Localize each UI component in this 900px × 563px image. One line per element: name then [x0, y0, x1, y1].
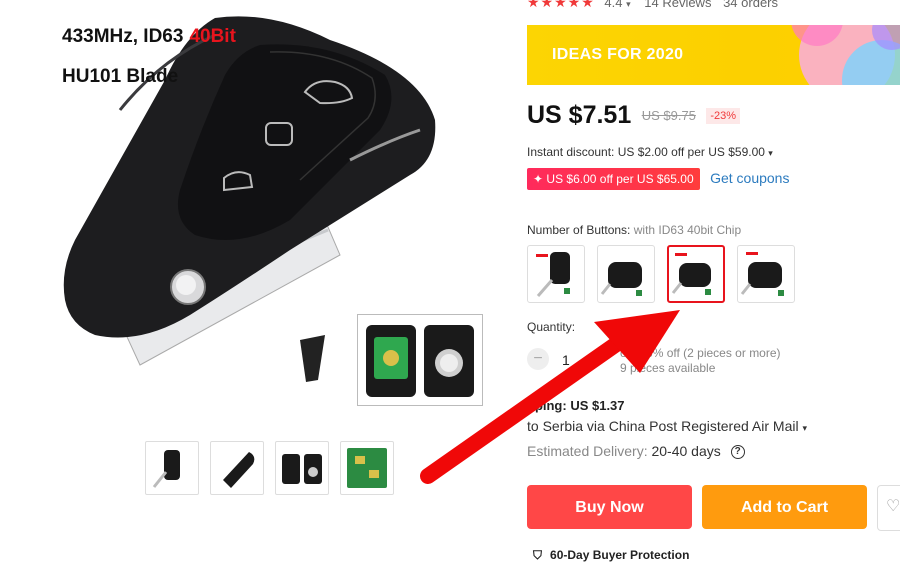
current-price: US $7.51 — [527, 101, 632, 129]
main-product-image[interactable]: 433MHz, ID63 40Bit HU101 Blade — [0, 0, 510, 430]
promo-banner[interactable]: IDEAS FOR 2020 — [527, 25, 900, 85]
variant-option-2[interactable] — [597, 245, 655, 303]
variant-option-1[interactable] — [527, 245, 585, 303]
buy-now-button[interactable]: Buy Now — [527, 485, 692, 529]
variant-option-4[interactable] — [737, 245, 795, 303]
thumbnail-2[interactable] — [210, 441, 264, 495]
chevron-down-icon: ▾ — [802, 423, 807, 433]
option-label: Number of Buttons: with ID63 40bit Chip — [527, 223, 742, 237]
plus-icon: ✦ — [533, 172, 544, 186]
quantity-available: 9 pieces available — [620, 361, 716, 375]
get-coupons-link[interactable]: Get coupons — [710, 170, 789, 186]
thumbnail-3[interactable] — [275, 441, 329, 495]
chevron-down-icon: ▾ — [768, 148, 773, 158]
original-price: US $9.75 — [641, 108, 696, 123]
transponder-chip-icon — [300, 335, 325, 382]
variant-option-3[interactable] — [667, 245, 725, 303]
help-icon[interactable]: ? — [730, 445, 745, 460]
quantity-discount-info: onal 6% off (2 pieces or more) — [620, 346, 781, 360]
rating-stars-icon: ★★★★★ — [527, 0, 595, 10]
heart-icon: ♡ — [886, 498, 900, 515]
add-to-cart-button[interactable]: Add to Cart — [702, 485, 867, 529]
banner-text: IDEAS FOR 2020 — [552, 46, 684, 63]
quantity-minus-button[interactable]: − — [527, 348, 549, 370]
orders-count: 34 orders — [723, 0, 778, 10]
quantity-value[interactable]: 1 — [562, 352, 570, 368]
coupon-pill[interactable]: ✦ US $6.00 off per US $65.00 — [527, 168, 700, 190]
wishlist-button[interactable]: ♡ — [877, 485, 900, 531]
discount-badge: -23% — [706, 107, 741, 124]
instant-discount[interactable]: Instant discount: US $2.00 off per US $5… — [527, 145, 773, 159]
chevron-down-icon: ▾ — [626, 0, 631, 9]
thumbnail-4[interactable] — [340, 441, 394, 495]
inset-image — [357, 314, 483, 406]
shipping-method[interactable]: to Serbia via China Post Registered Air … — [527, 418, 807, 434]
product-spec-line1: 433MHz, ID63 40Bit — [62, 26, 236, 47]
shipping-cost: pping: US $1.37 — [527, 398, 625, 413]
shield-icon: ⛉ — [533, 548, 543, 562]
buyer-protection: ⛉ 60-Day Buyer Protection — [533, 548, 690, 562]
rating-row: ★★★★★ 4.4 ▾ 14 Reviews 34 orders — [527, 0, 778, 11]
rating-score[interactable]: 4.4 — [604, 0, 622, 10]
estimated-delivery: Estimated Delivery: 20-40 days ? — [527, 443, 745, 460]
coupon-row: ✦ US $6.00 off per US $65.00 Get coupons — [527, 168, 789, 190]
product-spec-line2: HU101 Blade — [62, 66, 179, 87]
quantity-label: Quantity: — [527, 320, 576, 334]
thumbnail-1[interactable] — [145, 441, 199, 495]
reviews-count[interactable]: 14 Reviews — [644, 0, 711, 10]
price-row: US $7.51 US $9.75 -23% — [527, 101, 741, 130]
